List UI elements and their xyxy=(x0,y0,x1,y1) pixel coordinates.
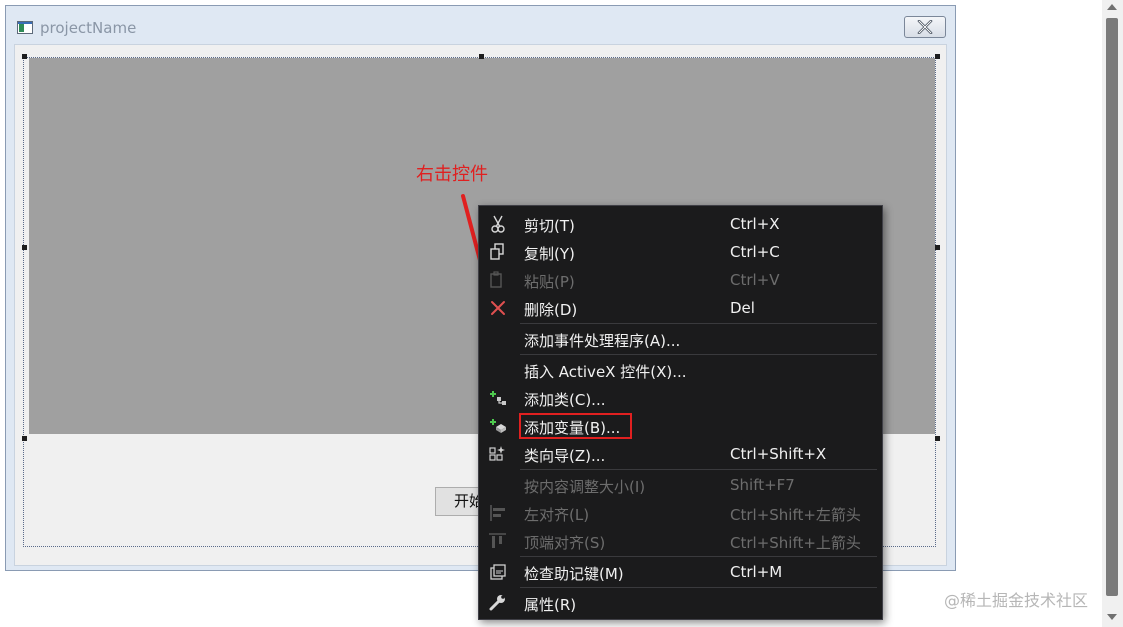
class-wizard-icon xyxy=(489,446,505,461)
wrench-icon xyxy=(489,595,505,611)
paste-icon xyxy=(490,271,502,288)
add-class-icon xyxy=(490,391,506,405)
scroll-up-arrow-icon[interactable] xyxy=(1107,4,1117,10)
scroll-down-arrow-icon[interactable] xyxy=(1107,614,1117,620)
menu-separator xyxy=(520,469,877,470)
menu-item-cut[interactable]: 剪切(T) Ctrl+X xyxy=(479,210,882,238)
scissors-icon xyxy=(491,215,505,233)
delete-icon xyxy=(491,301,505,315)
menu-item-delete[interactable]: 删除(D) Del xyxy=(479,294,882,322)
watermark: @稀土掘金技术社区 xyxy=(944,591,1089,610)
scroll-thumb[interactable] xyxy=(1106,18,1118,596)
menu-item-paste: 粘贴(P) Ctrl+V xyxy=(479,266,882,294)
menu-item-align-top: 顶端对齐(S) Ctrl+Shift+上箭头 xyxy=(479,527,882,555)
menu-item-add-event-handler[interactable]: 添加事件处理程序(A)... xyxy=(479,325,882,353)
add-variable-icon xyxy=(490,419,506,433)
menu-item-align-left: 左对齐(L) Ctrl+Shift+左箭头 xyxy=(479,499,882,527)
menu-separator xyxy=(520,354,877,355)
add-variable-highlight-box xyxy=(519,413,632,439)
menu-item-class-wizard[interactable]: 类向导(Z)... Ctrl+Shift+X xyxy=(479,440,882,468)
menu-separator xyxy=(520,556,877,557)
menu-item-insert-activex[interactable]: 插入 ActiveX 控件(X)... xyxy=(479,356,882,384)
menu-item-copy[interactable]: 复制(Y) Ctrl+C xyxy=(479,238,882,266)
menu-separator xyxy=(520,323,877,324)
menu-item-properties[interactable]: 属性(R) xyxy=(479,589,882,617)
menu-separator xyxy=(520,587,877,588)
copy-icon xyxy=(490,243,504,260)
align-left-icon xyxy=(490,505,505,521)
menu-item-add-class[interactable]: 添加类(C)... xyxy=(479,384,882,412)
menu-item-check-mnemonics[interactable]: 检查助记键(M) Ctrl+M xyxy=(479,558,882,586)
check-mnemonics-icon xyxy=(490,564,506,580)
menu-item-size-to-content: 按内容调整大小(I) Shift+F7 xyxy=(524,476,795,496)
align-top-icon xyxy=(489,533,506,548)
